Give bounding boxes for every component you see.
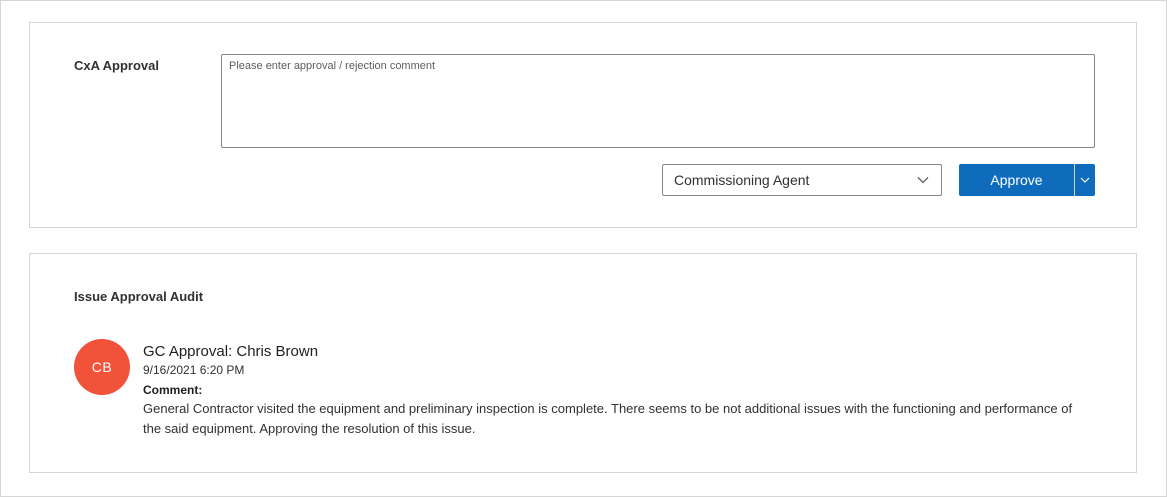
audit-entry-timestamp: 9/16/2021 6:20 PM [143,363,245,377]
audit-entry: GC Approval: Chris Brown 9/16/2021 6:20 … [143,342,1083,439]
approval-section-title: CxA Approval [74,58,159,73]
page-frame: CxA Approval Commissioning Agent Approve… [0,0,1167,497]
audit-entry-title: GC Approval: Chris Brown [143,343,319,360]
role-dropdown-value: Commissioning Agent [674,172,810,188]
audit-entry-comment-label: Comment: [143,383,203,397]
approval-card: CxA Approval Commissioning Agent Approve [29,22,1137,228]
approve-button[interactable]: Approve [959,164,1074,196]
role-dropdown[interactable]: Commissioning Agent [662,164,942,196]
chevron-down-icon [905,165,941,195]
approve-menu-button[interactable] [1075,164,1095,196]
audit-section-title: Issue Approval Audit [74,289,204,304]
approve-split-button: Approve [959,164,1095,196]
avatar-initials: CB [91,359,113,375]
audit-card: Issue Approval Audit CB GC Approval: Chr… [29,253,1137,473]
avatar: CB [74,339,130,395]
approval-comment-input[interactable] [221,54,1095,148]
chevron-down-icon [1080,177,1090,183]
audit-entry-comment: General Contractor visited the equipment… [143,401,1073,436]
